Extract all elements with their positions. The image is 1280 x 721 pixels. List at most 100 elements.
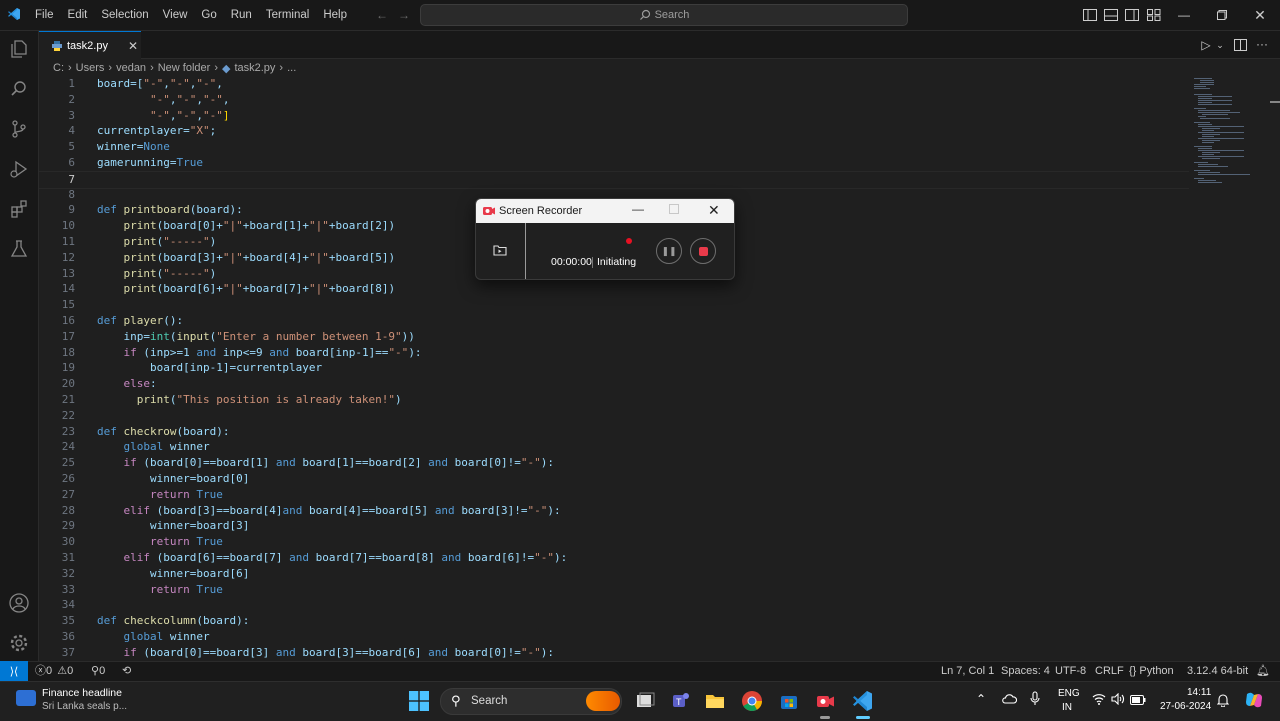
code-line[interactable]: 31 elif (board[6]==board[7] and board[7]… <box>39 550 1189 566</box>
code-line[interactable]: 17 inp=int(input("Enter a number between… <box>39 329 1189 345</box>
code-line[interactable]: 27 return True <box>39 487 1189 503</box>
toggle-panel-icon[interactable] <box>1103 7 1119 23</box>
volume-icon[interactable] <box>1111 692 1125 708</box>
notification-bell-icon[interactable] <box>1216 693 1230 710</box>
code-line[interactable]: 26 winner=board[0] <box>39 471 1189 487</box>
breadcrumb-new-folder[interactable]: New folder <box>158 62 211 74</box>
live-share-icon[interactable]: ⟲ <box>122 664 131 678</box>
menu-view[interactable]: View <box>156 9 195 21</box>
language-mode[interactable]: {} Python <box>1129 664 1174 678</box>
stop-button[interactable] <box>690 238 716 264</box>
code-line[interactable]: 20 else: <box>39 376 1189 392</box>
clock-date[interactable]: 27-06-2024 <box>1160 701 1211 712</box>
menu-selection[interactable]: Selection <box>94 9 155 21</box>
input-region[interactable]: IN <box>1062 702 1072 713</box>
breadcrumb-vedan[interactable]: vedan <box>116 62 146 74</box>
menu-terminal[interactable]: Terminal <box>259 9 316 21</box>
screen-recorder-taskbar-icon[interactable] <box>813 689 837 713</box>
python-interpreter[interactable]: 3.12.4 64-bit <box>1187 664 1248 678</box>
chrome-icon[interactable] <box>740 689 764 713</box>
ports-indicator[interactable]: ⚲0 <box>91 664 105 678</box>
file-explorer-icon[interactable] <box>703 689 727 713</box>
code-line[interactable]: 5 winner=None <box>39 139 1189 155</box>
vscode-taskbar-icon[interactable] <box>851 689 875 713</box>
restore-window-icon[interactable] <box>1214 7 1230 23</box>
search-icon[interactable] <box>7 77 31 101</box>
code-line[interactable]: 15 <box>39 297 1189 313</box>
code-line[interactable]: 37 if (board[0]==board[3] and board[3]==… <box>39 645 1189 661</box>
explorer-icon[interactable] <box>7 37 31 61</box>
customize-layout-icon[interactable] <box>1146 7 1162 23</box>
code-line[interactable]: 14 print(board[6]+"|"+board[7]+"|"+board… <box>39 281 1189 297</box>
back-arrow-icon[interactable]: ← <box>374 7 390 23</box>
code-line[interactable]: 29 winner=board[3] <box>39 518 1189 534</box>
code-line[interactable]: 4 currentplayer="X"; <box>39 123 1189 139</box>
code-line[interactable]: 16 def player(): <box>39 313 1189 329</box>
breadcrumb-file[interactable]: task2.py <box>234 62 275 74</box>
more-actions-icon[interactable]: ··· <box>1254 36 1270 52</box>
toggle-primary-sidebar-icon[interactable] <box>1082 7 1098 23</box>
settings-gear-icon[interactable] <box>7 631 31 655</box>
code-line[interactable]: 3 "-","-","-"] <box>39 108 1189 124</box>
news-widget[interactable]: Finance headline Sri Lanka seals p... <box>12 686 152 716</box>
show-hidden-icons-chevron-icon[interactable]: ⌃ <box>976 692 986 706</box>
menu-edit[interactable]: Edit <box>61 9 95 21</box>
input-language[interactable]: ENG <box>1058 688 1080 699</box>
scrollbar-thumb[interactable] <box>1270 101 1280 103</box>
menu-file[interactable]: File <box>28 9 61 21</box>
code-line[interactable]: 35 def checkcolumn(board): <box>39 613 1189 629</box>
encoding[interactable]: UTF-8 <box>1055 664 1086 678</box>
minimize-window-icon[interactable]: — <box>1176 7 1192 23</box>
taskbar-search-box[interactable]: ⚲ Search <box>440 688 622 715</box>
teams-icon[interactable]: T <box>668 689 692 713</box>
recorder-minimize-icon[interactable]: — <box>632 202 644 216</box>
microphone-icon[interactable] <box>1030 691 1040 707</box>
windows-start-icon[interactable] <box>409 691 429 711</box>
onedrive-cloud-icon[interactable] <box>1001 693 1018 705</box>
pause-button[interactable]: ❚❚ <box>656 238 682 264</box>
code-line[interactable]: 23 def checkrow(board): <box>39 424 1189 440</box>
problems-indicator[interactable]: ⓧ0 ⚠0 <box>35 664 73 678</box>
minimap[interactable] <box>1190 76 1270 196</box>
forward-arrow-icon[interactable]: → <box>396 7 412 23</box>
testing-flask-icon[interactable] <box>7 237 31 261</box>
breadcrumb-users[interactable]: Users <box>76 62 105 74</box>
code-line[interactable]: 33 return True <box>39 582 1189 598</box>
code-line[interactable]: 6 gamerunning=True <box>39 155 1189 171</box>
code-line[interactable]: 18 if (inp>=1 and inp<=9 and board[inp-1… <box>39 345 1189 361</box>
code-line[interactable]: 22 <box>39 408 1189 424</box>
menu-help[interactable]: Help <box>316 9 354 21</box>
line-ending[interactable]: CRLF <box>1095 664 1124 678</box>
run-options-chevron-down-icon[interactable]: ⌄ <box>1212 37 1228 53</box>
close-window-icon[interactable]: ✕ <box>1252 7 1268 23</box>
account-icon[interactable] <box>7 591 31 615</box>
code-line[interactable]: 34 <box>39 597 1189 613</box>
run-debug-icon[interactable] <box>7 157 31 181</box>
code-line[interactable]: 19 board[inp-1]=currentplayer <box>39 360 1189 376</box>
code-line[interactable]: 24 global winner <box>39 439 1189 455</box>
breadcrumb-symbols[interactable]: ... <box>287 62 296 74</box>
notifications-bell-icon[interactable]: 🔔︎ <box>1256 664 1270 678</box>
wifi-icon[interactable] <box>1092 693 1106 708</box>
code-editor[interactable]: 1 board=["-","-","-", 2 "-","-","-", 3 "-",… <box>39 76 1189 661</box>
indentation[interactable]: Spaces: 4 <box>1001 664 1050 678</box>
code-line[interactable]: 25 if (board[0]==board[1] and board[1]==… <box>39 455 1189 471</box>
copilot-icon[interactable] <box>1243 689 1265 711</box>
battery-icon[interactable] <box>1130 694 1146 708</box>
code-line[interactable]: 28 elif (board[3]==board[4]and board[4]=… <box>39 503 1189 519</box>
menu-run[interactable]: Run <box>224 9 259 21</box>
code-line[interactable]: 2 "-","-","-", <box>39 92 1189 108</box>
clock-time[interactable]: 14:11 <box>1187 687 1211 698</box>
command-center-search[interactable]: Search <box>420 4 908 26</box>
toggle-secondary-sidebar-icon[interactable] <box>1124 7 1140 23</box>
close-tab-icon[interactable]: ✕ <box>128 39 138 53</box>
task-view-icon[interactable] <box>633 689 657 713</box>
code-line[interactable]: 30 return True <box>39 534 1189 550</box>
menu-go[interactable]: Go <box>194 9 223 21</box>
recorder-close-icon[interactable]: ✕ <box>708 202 720 219</box>
tab-task2-py[interactable]: task2.py ✕ <box>39 31 141 59</box>
code-line[interactable]: 32 winner=board[6] <box>39 566 1189 582</box>
open-folder-icon[interactable] <box>493 244 507 256</box>
code-line[interactable]: 1 board=["-","-","-", <box>39 76 1189 92</box>
breadcrumb-drive[interactable]: C: <box>53 62 64 74</box>
